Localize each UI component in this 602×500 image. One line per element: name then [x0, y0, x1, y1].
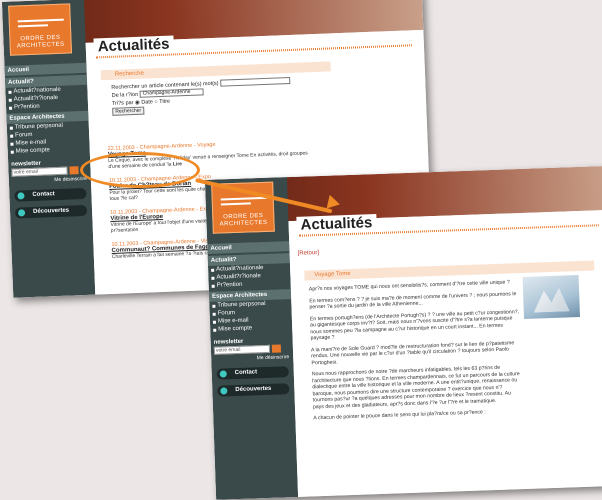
region-label: De la r?ion: [111, 91, 139, 99]
sort-date-label: Date: [141, 99, 154, 106]
article-screenshot: ORDRE DES ARCHITECTES Accueil Actualit? …: [205, 165, 602, 500]
page-title: Actualités: [93, 35, 174, 56]
search-panel: Recherche Rechercher un article contenan…: [100, 61, 333, 120]
article-paragraph: En termes com?ens ? ? je suis ma?e de mo…: [309, 290, 517, 311]
sidebar: ORDRE DES ARCHITECTES Accueil Actualit? …: [2, 0, 96, 298]
logo-text: ORDRE DES ARCHITECTES: [219, 212, 268, 228]
menu-section-accueil[interactable]: Accueil: [207, 241, 290, 254]
newsletter-submit-button[interactable]: [69, 166, 79, 175]
keyword-input[interactable]: [220, 77, 291, 87]
menu-section-accueil[interactable]: Accueil: [4, 62, 87, 76]
search-button[interactable]: Rechercher: [112, 106, 145, 116]
discoveries-button[interactable]: Découvertes: [14, 204, 88, 219]
newsletter-submit-button[interactable]: [271, 344, 282, 353]
main-content: Actualités [Retour] Voyage Tome Apr?s no…: [288, 209, 602, 497]
contact-button[interactable]: Contact: [14, 187, 87, 202]
page-title: Actualités: [296, 214, 377, 234]
sort-title-label: Titre: [159, 98, 171, 106]
menu-item-prevention[interactable]: Pr?ention: [209, 279, 291, 290]
logo-text: ORDRE DES ARCHITECTES: [16, 34, 65, 50]
sidebar-menu: Accueil Actualit? Actualit?nationale Act…: [207, 239, 294, 397]
highlight-ellipse: [80, 152, 200, 188]
article-paragraph: A la mani?re de Sole Guard ? mod?le de r…: [310, 339, 515, 366]
sort-title-radio[interactable]: ○: [154, 99, 158, 105]
region-select[interactable]: Champagne-Ardenne: [139, 88, 204, 98]
article-photo: [522, 275, 581, 319]
back-link[interactable]: [Retour]: [298, 250, 320, 257]
article-paragraph: En termes portugh?ens (de l'Architecte P…: [309, 308, 520, 342]
sidebar: ORDRE DES ARCHITECTES Accueil Actualit? …: [205, 177, 299, 500]
article-body: Apr?s nos voyages TOME qui nous ont sens…: [309, 279, 524, 427]
article-paragraph: Nous nous rapprochons de notre ?de march…: [311, 364, 520, 410]
article-paragraph: A chacun de pointer le pouce dans le sen…: [313, 409, 486, 422]
sort-date-radio[interactable]: ◉: [135, 100, 140, 106]
sidebar-menu: Accueil Actualit? Actualit?nationale Act…: [4, 61, 92, 219]
discoveries-button[interactable]: Découvertes: [217, 383, 290, 397]
sort-label: Tri?s par: [111, 100, 134, 107]
site-logo[interactable]: ORDRE DES ARCHITECTES: [8, 3, 73, 56]
contact-button[interactable]: Contact: [216, 366, 289, 380]
